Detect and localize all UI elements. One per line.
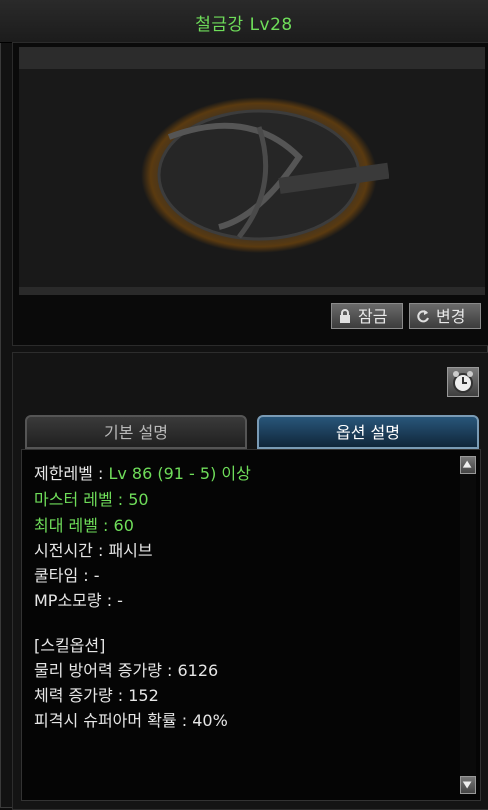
required-level-label: 제한레벨 :	[34, 464, 109, 483]
scroll-up-button[interactable]	[460, 456, 476, 474]
scroll-down-button[interactable]	[460, 776, 476, 794]
required-level-value: Lv 86 (91 - 5) 이상	[108, 464, 251, 483]
description-panel: 기본 설명 옵션 설명 제한레벨 : Lv 86 (91 - 5) 이상 마스터…	[12, 352, 488, 810]
skill-preview-image	[19, 47, 485, 287]
tab-basic-description[interactable]: 기본 설명	[25, 415, 247, 449]
game-logo-placeholder	[141, 97, 389, 253]
skill-option-header: [스킬옵션]	[34, 636, 106, 655]
preview-divider	[19, 287, 485, 295]
lock-button-label: 잠금	[358, 307, 388, 326]
alarm-clock-button[interactable]	[447, 367, 479, 397]
description-content: 제한레벨 : Lv 86 (91 - 5) 이상 마스터 레벨 : 50 최대 …	[21, 449, 481, 801]
max-level: 최대 레벨 : 60	[34, 516, 134, 535]
skill-preview-panel: 잠금 변경	[12, 42, 488, 346]
required-level-row: 제한레벨 : Lv 86 (91 - 5) 이상	[34, 460, 251, 484]
cast-time: 시전시간 : 패시브	[34, 541, 153, 560]
cooldown: 쿨타임 : -	[34, 566, 100, 585]
lock-button[interactable]: 잠금	[331, 303, 403, 329]
tab-option-description[interactable]: 옵션 설명	[257, 415, 479, 449]
master-level: 마스터 레벨 : 50	[34, 490, 149, 509]
alarm-clock-icon	[453, 371, 473, 393]
change-button[interactable]: 변경	[409, 303, 481, 329]
scrollbar[interactable]	[460, 456, 476, 794]
skill-title: 철금강 Lv28	[195, 15, 293, 35]
option-line: 물리 방어력 증가량 : 6126	[34, 661, 219, 680]
option-line: 피격시 슈퍼아머 확률 : 40%	[34, 711, 228, 730]
arrow-up-icon	[462, 460, 472, 468]
option-line: 체력 증가량 : 152	[34, 686, 159, 705]
lock-icon	[340, 309, 350, 323]
arrow-down-icon	[462, 781, 472, 789]
change-button-label: 변경	[436, 307, 466, 326]
mp-cost: MP소모량 : -	[34, 591, 123, 610]
refresh-icon	[417, 310, 429, 323]
title-bar: 철금강 Lv28	[0, 0, 488, 43]
